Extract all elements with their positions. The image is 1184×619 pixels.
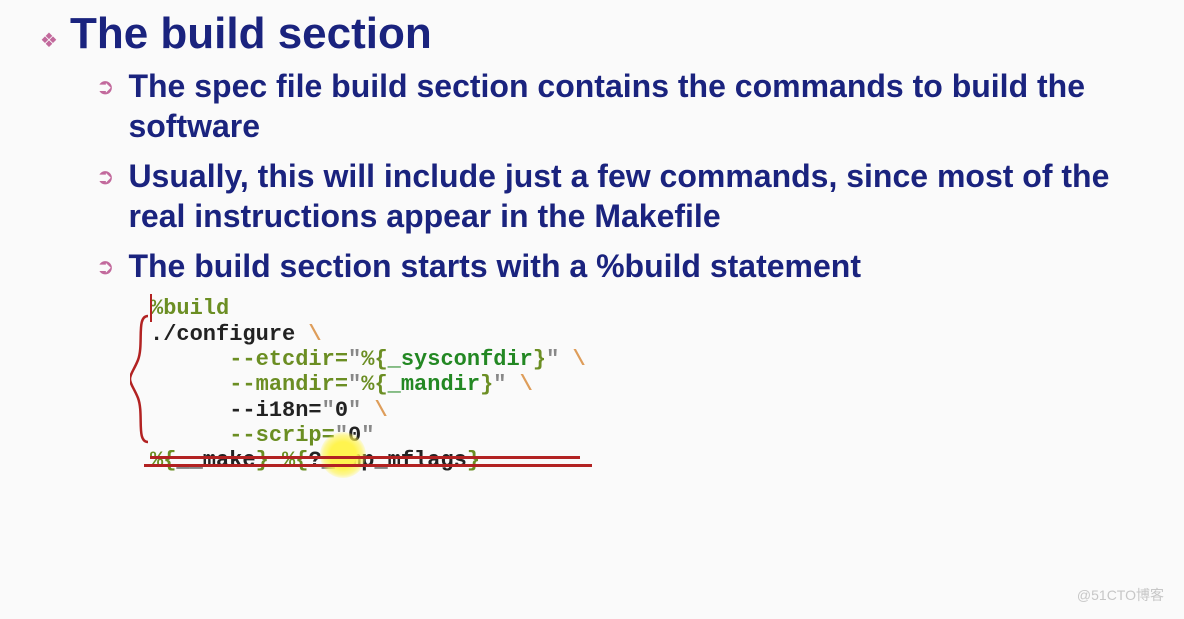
bullet-item: ➲ The spec file build section contains t… [96, 66, 1144, 146]
code-flag: --mandir= [229, 372, 348, 397]
code-quote: " [361, 423, 374, 448]
bullet-text: The build section starts with a %build s… [128, 246, 861, 286]
bullet-item: ➲ The build section starts with a %build… [96, 246, 1144, 286]
bullet-item: ➲ Usually, this will include just a few … [96, 156, 1144, 236]
code-macro-close: } [480, 372, 493, 397]
bullet-list: ➲ The spec file build section contains t… [96, 66, 1144, 286]
bullet-text: Usually, this will include just a few co… [128, 156, 1128, 236]
annotation-underline [144, 460, 592, 467]
code-block: %build ./configure \ --etcdir="%{_syscon… [150, 296, 710, 473]
arrow-bullet-icon: ➲ [96, 254, 114, 280]
code-bs: \ [506, 372, 532, 397]
code-flag: --etcdir= [229, 347, 348, 372]
code-quote: " [335, 423, 348, 448]
code-text: %build ./configure \ --etcdir="%{_syscon… [150, 296, 710, 473]
code-val: 0 [335, 398, 348, 423]
code-flag: --scrip= [229, 423, 335, 448]
code-line: %build [150, 296, 229, 321]
code-quote: " [348, 398, 361, 423]
code-macro-name: _mandir [388, 372, 480, 397]
arrow-bullet-icon: ➲ [96, 74, 114, 100]
title-row: ❖ The build section [40, 10, 1144, 58]
annotation-underline [150, 452, 580, 459]
code-quote: " [322, 398, 335, 423]
arrow-bullet-icon: ➲ [96, 164, 114, 190]
code-quote: " [348, 347, 361, 372]
code-bs: \ [295, 322, 321, 347]
diamond-bullet-icon: ❖ [40, 28, 58, 53]
code-macro-name: _sysconfdir [388, 347, 533, 372]
code-macro-open: %{ [361, 347, 387, 372]
code-flag: --i18n= [229, 398, 321, 423]
slide-title: The build section [70, 10, 432, 58]
code-macro-close: } [533, 347, 546, 372]
bullet-text: The spec file build section contains the… [128, 66, 1128, 146]
code-macro-open: %{ [361, 372, 387, 397]
code-val: 0 [348, 423, 361, 448]
code-bs: \ [559, 347, 585, 372]
slide: ❖ The build section ➲ The spec file buil… [0, 0, 1184, 619]
code-cmd: ./configure [150, 322, 295, 347]
watermark: @51CTO博客 [1077, 585, 1164, 605]
code-quote: " [493, 372, 506, 397]
code-bs: \ [361, 398, 387, 423]
code-quote: " [546, 347, 559, 372]
code-quote: " [348, 372, 361, 397]
